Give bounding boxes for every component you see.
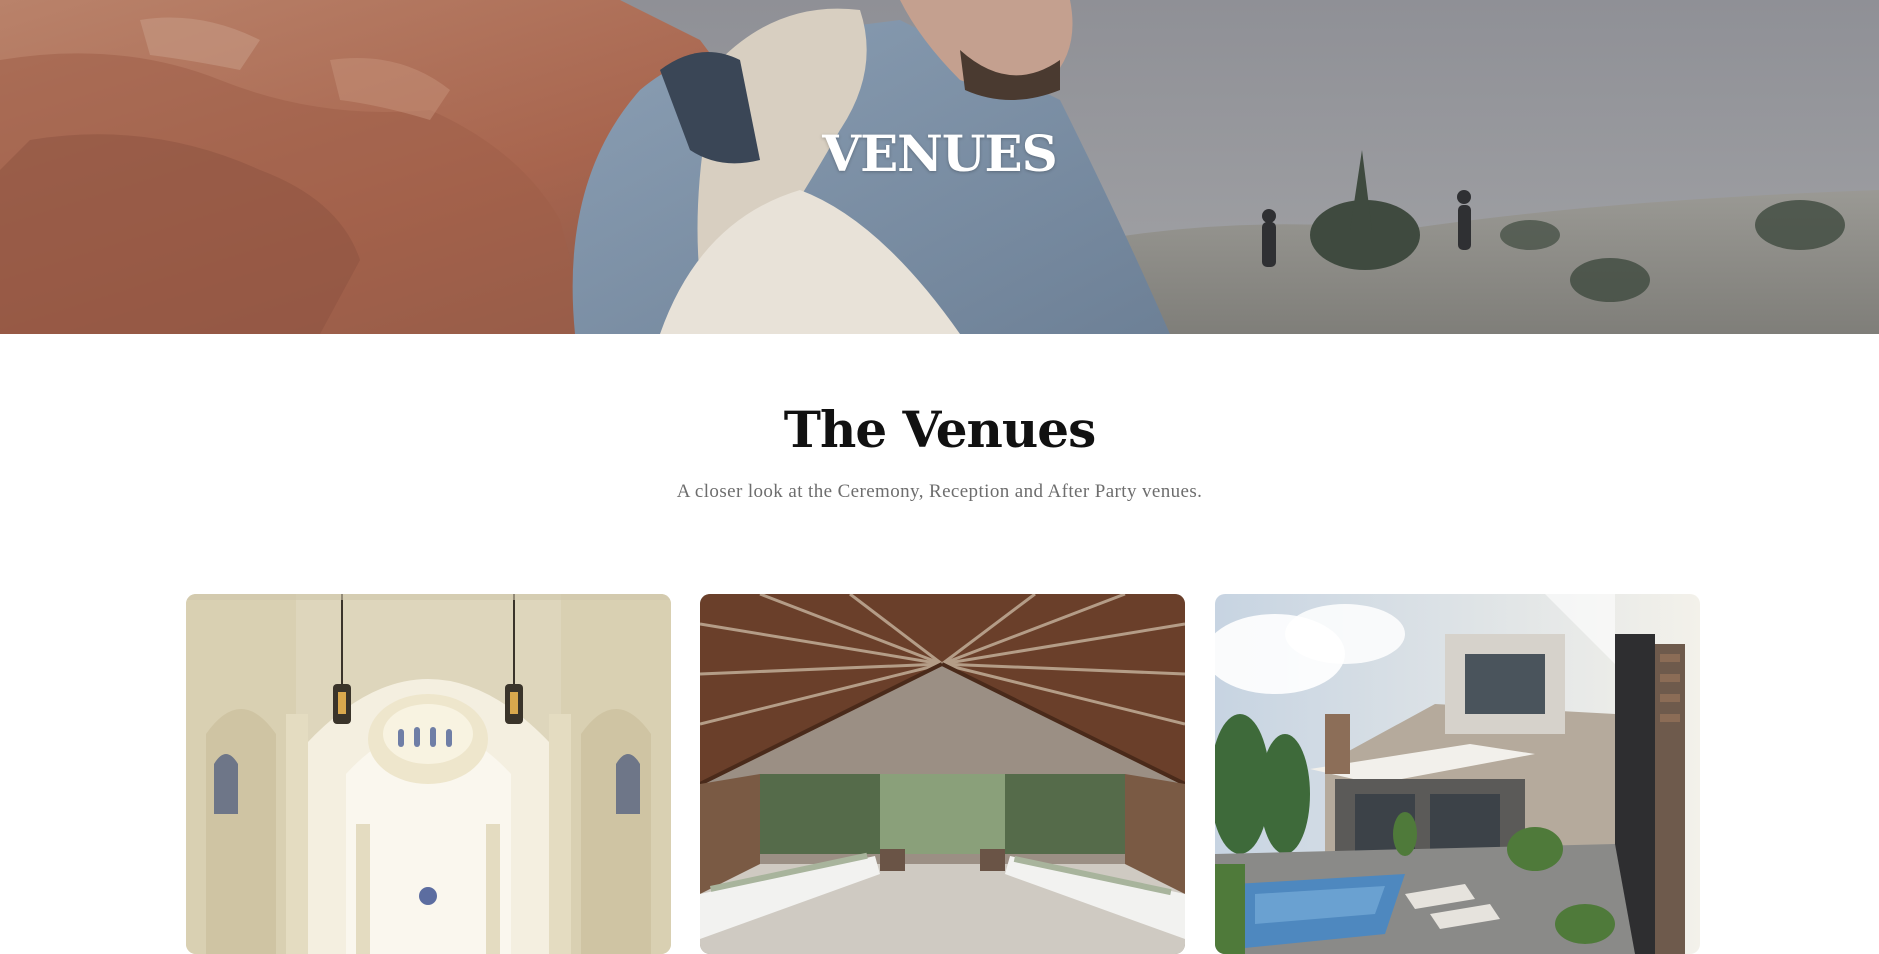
cathedral-interior-image <box>186 594 671 954</box>
venues-section-subtitle: A closer look at the Ceremony, Reception… <box>676 481 1203 502</box>
hero-banner: VENUES <box>0 0 1879 334</box>
venue-card-villa[interactable]: modern-villa-with-pool <box>1215 594 1700 954</box>
hero-title: VENUES <box>822 124 1057 183</box>
venue-card-pavilion[interactable]: timber-pavilion-interior <box>700 594 1185 954</box>
venues-section-title: The Venues <box>783 400 1096 459</box>
modern-villa-with-pool-image <box>1215 594 1700 954</box>
timber-pavilion-interior-image <box>700 594 1185 954</box>
venue-card-cathedral[interactable]: cathedral-interior <box>186 594 671 954</box>
